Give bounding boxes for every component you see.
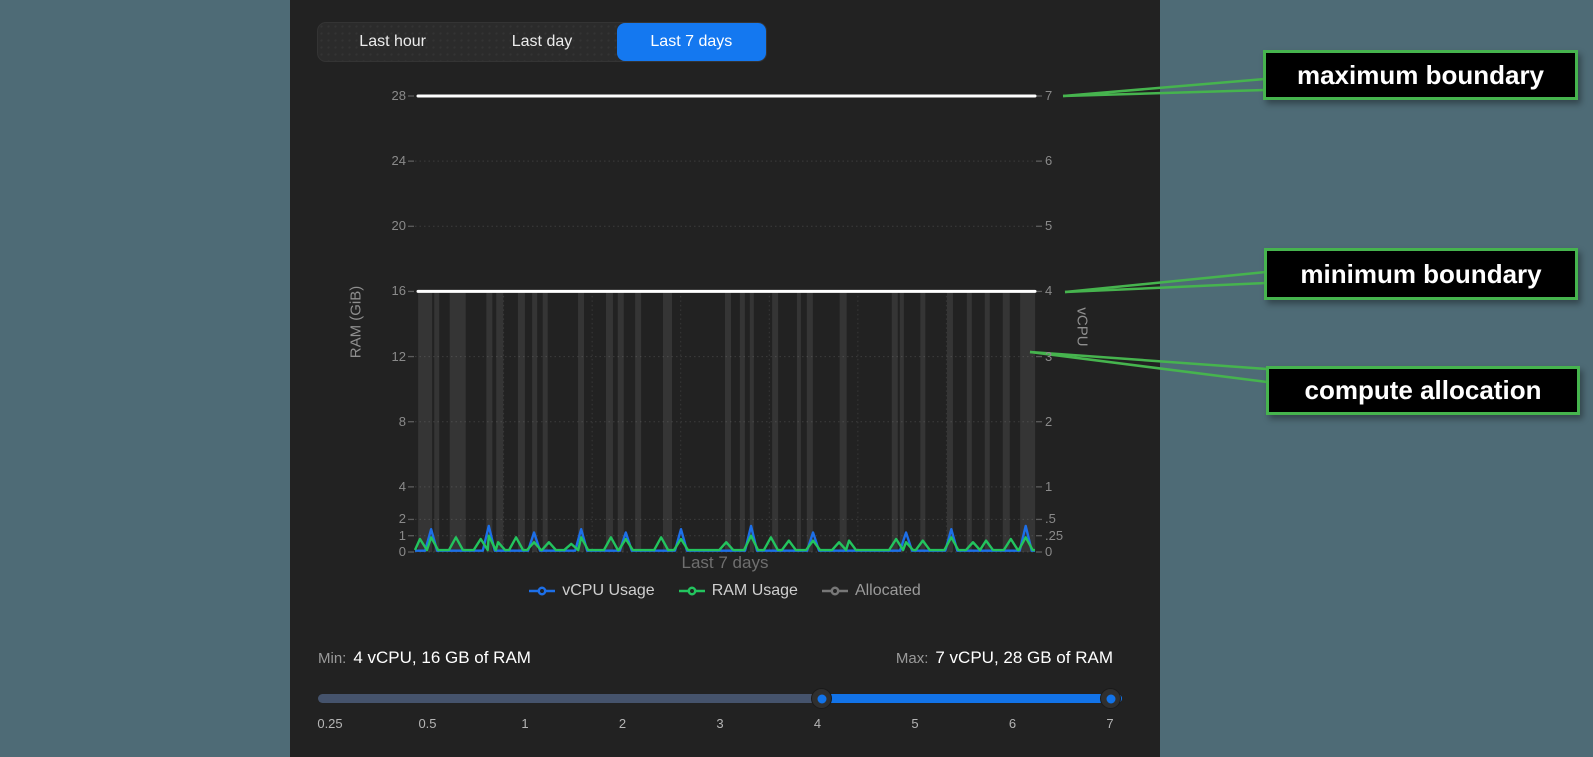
right-tick-label: 7 [1045,88,1052,104]
min-summary: Min: 4 vCPU, 16 GB of RAM [318,648,531,668]
legend-item-vcpu-usage[interactable]: vCPU Usage [529,582,654,600]
right-tick-label: 1 [1045,479,1052,495]
tab-last-7-days[interactable]: Last 7 days [617,23,766,61]
slider-scale-label: 2 [601,716,645,731]
right-tick-label: .25 [1045,528,1063,544]
right-tick-label: 5 [1045,218,1052,234]
right-axis-title: vCPU [1074,307,1091,346]
page-background: Last hour Last day Last 7 days RAM (GiB)… [0,0,1593,757]
left-tick-label: 2 [360,511,406,527]
max-summary: Max: 7 vCPU, 28 GB of RAM [896,648,1113,668]
max-label: Max: [896,650,929,667]
max-value: 7 vCPU, 28 GB of RAM [935,648,1113,667]
tab-last-day[interactable]: Last day [467,23,616,61]
left-tick-label: 4 [360,479,406,495]
tab-last-hour[interactable]: Last hour [318,23,467,61]
slider-scale-label: 7 [1088,716,1132,731]
left-tick-label: 20 [360,218,406,234]
allocated-marker-icon [822,586,848,596]
slider-scale-label: 0.25 [308,716,352,731]
slider-selected-range [822,694,1122,703]
chart-legend: vCPU Usage RAM Usage Allocated [415,582,1035,600]
left-tick-label: 12 [360,349,406,365]
ram-usage-marker-icon [679,586,705,596]
time-range-tabs: Last hour Last day Last 7 days [317,22,767,62]
slider-scale-label: 3 [698,716,742,731]
right-tick-label: 2 [1045,414,1052,430]
right-tick-label: .5 [1045,511,1056,527]
legend-label: Allocated [855,582,921,600]
slider-scale-label: 0.5 [406,716,450,731]
slider-handle-min[interactable] [811,688,832,709]
min-label: Min: [318,650,346,667]
left-tick-label: 8 [360,414,406,430]
slider-scale-label: 1 [503,716,547,731]
min-value: 4 vCPU, 16 GB of RAM [353,648,531,667]
legend-label: RAM Usage [712,582,798,600]
legend-label: vCPU Usage [562,582,654,600]
slider-handle-max[interactable] [1100,688,1121,709]
legend-item-ram-usage[interactable]: RAM Usage [679,582,798,600]
left-tick-label: 1 [360,528,406,544]
compute-size-slider-track[interactable] [318,694,1122,703]
autoscaling-panel [290,0,1160,757]
compute-range-summary: Min: 4 vCPU, 16 GB of RAM Max: 7 vCPU, 28 … [318,648,1113,668]
vcpu-usage-marker-icon [529,586,555,596]
left-tick-label: 0 [360,544,406,560]
slider-scale-label: 6 [991,716,1035,731]
right-tick-label: 0 [1045,544,1052,560]
left-tick-label: 16 [360,283,406,299]
left-tick-label: 28 [360,88,406,104]
annotation-minimum-boundary: minimum boundary [1264,248,1578,300]
slider-scale-label: 4 [796,716,840,731]
slider-scale-label: 5 [893,716,937,731]
legend-item-allocated[interactable]: Allocated [822,582,921,600]
x-axis-label: Last 7 days [415,553,1035,573]
left-tick-label: 24 [360,153,406,169]
right-tick-label: 6 [1045,153,1052,169]
right-tick-label: 4 [1045,283,1052,299]
annotation-compute-allocation: compute allocation [1266,366,1580,415]
right-tick-label: 3 [1045,349,1052,365]
annotation-maximum-boundary: maximum boundary [1263,50,1578,100]
